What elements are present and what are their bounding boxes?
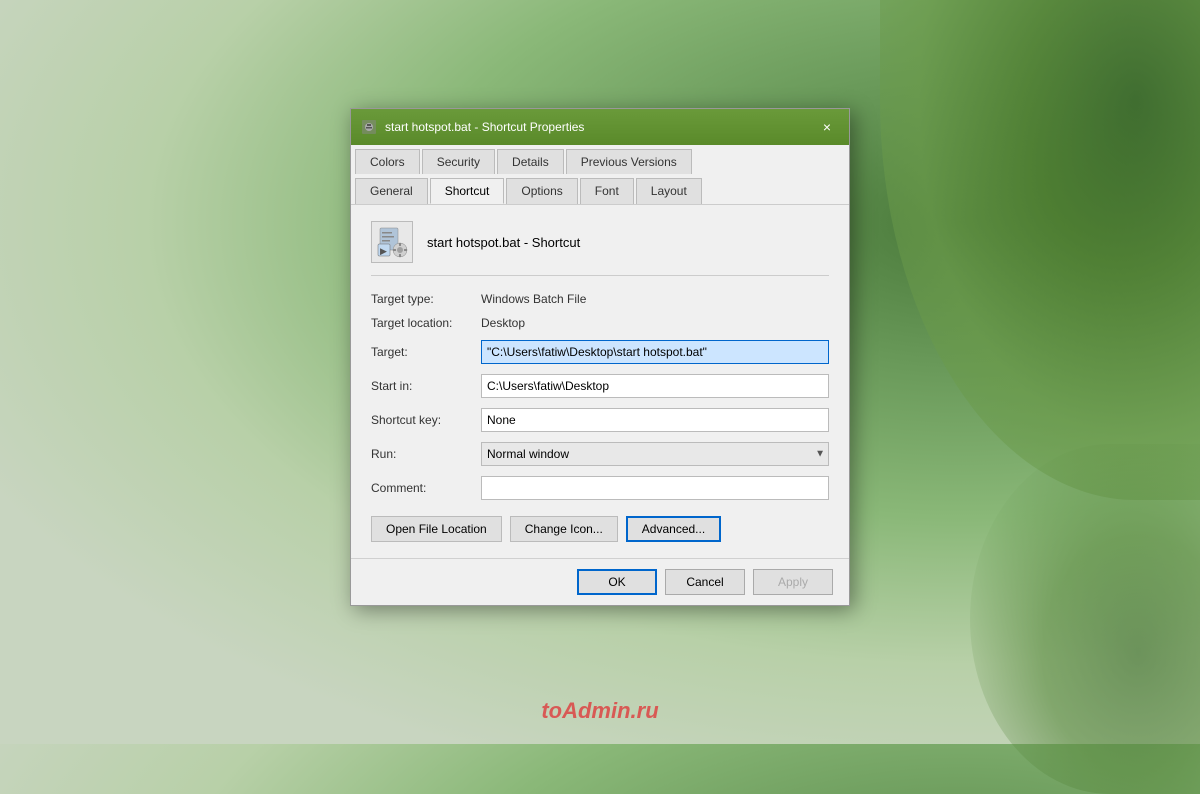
title-bar-title: start hotspot.bat - Shortcut Properties <box>385 120 584 134</box>
form-row-shortcut-key: Shortcut key: <box>371 408 829 432</box>
tab-details[interactable]: Details <box>497 149 564 174</box>
file-header: ▶ start hotspot.bat - Shortcut <box>371 221 829 276</box>
form-row-target: Target: <box>371 340 829 364</box>
label-comment: Comment: <box>371 481 481 495</box>
title-bar: start hotspot.bat - Shortcut Properties … <box>351 109 849 145</box>
dialog-footer: OK Cancel Apply <box>351 558 849 605</box>
form-row-comment: Comment: <box>371 476 829 500</box>
ok-button[interactable]: OK <box>577 569 657 595</box>
label-shortcut-key: Shortcut key: <box>371 413 481 427</box>
svg-text:▶: ▶ <box>380 246 387 256</box>
bg-leaf-bottom-right <box>970 444 1200 794</box>
open-file-location-button[interactable]: Open File Location <box>371 516 502 542</box>
change-icon-button[interactable]: Change Icon... <box>510 516 618 542</box>
tab-options[interactable]: Options <box>506 178 577 204</box>
target-input[interactable] <box>481 340 829 364</box>
shortcut-key-input[interactable] <box>481 408 829 432</box>
tab-container: Colors Security Details Previous Version… <box>351 145 849 205</box>
form-row-target-location: Target location: Desktop <box>371 316 829 330</box>
tab-previous-versions[interactable]: Previous Versions <box>566 149 692 174</box>
close-button[interactable]: × <box>815 115 839 139</box>
dialog-window: start hotspot.bat - Shortcut Properties … <box>350 108 850 606</box>
tab-font[interactable]: Font <box>580 178 634 204</box>
dialog-content: ▶ start hotspot.bat - Shortcut Target ty… <box>351 205 849 558</box>
shortcut-icon: ▶ <box>376 226 408 258</box>
start-in-input[interactable] <box>481 374 829 398</box>
tab-layout[interactable]: Layout <box>636 178 702 204</box>
run-select[interactable]: Normal window Minimized Maximized <box>481 442 829 466</box>
tab-general[interactable]: General <box>355 178 428 204</box>
form-row-target-type: Target type: Windows Batch File <box>371 292 829 306</box>
tab-row-1: Colors Security Details Previous Version… <box>351 145 849 174</box>
tab-row-2: General Shortcut Options Font Layout <box>351 174 849 204</box>
value-target-type: Windows Batch File <box>481 292 586 306</box>
file-name-display: start hotspot.bat - Shortcut <box>427 235 580 250</box>
action-buttons: Open File Location Change Icon... Advanc… <box>371 516 829 542</box>
form-row-start-in: Start in: <box>371 374 829 398</box>
label-target: Target: <box>371 345 481 359</box>
cancel-button[interactable]: Cancel <box>665 569 745 595</box>
form-row-run: Run: Normal window Minimized Maximized ▼ <box>371 442 829 466</box>
run-select-wrapper: Normal window Minimized Maximized ▼ <box>481 442 829 466</box>
comment-input[interactable] <box>481 476 829 500</box>
label-run: Run: <box>371 447 481 461</box>
apply-button[interactable]: Apply <box>753 569 833 595</box>
label-target-location: Target location: <box>371 316 481 330</box>
label-start-in: Start in: <box>371 379 481 393</box>
tab-security[interactable]: Security <box>422 149 495 174</box>
watermark: toAdmin.ru <box>541 698 658 724</box>
bg-leaf-right <box>880 0 1200 500</box>
value-target-location: Desktop <box>481 316 525 330</box>
advanced-button[interactable]: Advanced... <box>626 516 721 542</box>
tab-colors[interactable]: Colors <box>355 149 420 174</box>
title-bar-left: start hotspot.bat - Shortcut Properties <box>361 119 584 135</box>
tab-shortcut[interactable]: Shortcut <box>430 178 505 204</box>
file-icon-container: ▶ <box>371 221 413 263</box>
label-target-type: Target type: <box>371 292 481 306</box>
title-bar-icon <box>361 119 377 135</box>
